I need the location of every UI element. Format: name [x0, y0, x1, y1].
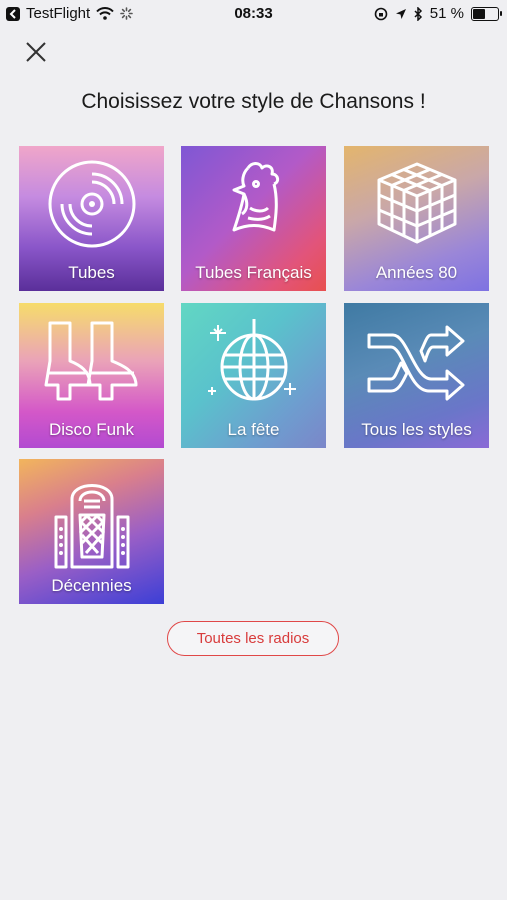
style-tile-disco-funk[interactable]: Disco Funk: [19, 303, 164, 448]
style-tile-la-fete[interactable]: La fête: [181, 303, 326, 448]
battery-percent: 51 %: [429, 5, 464, 22]
close-button[interactable]: [22, 38, 50, 66]
battery-icon: [471, 6, 502, 21]
bluetooth-icon: [414, 6, 422, 21]
style-tile-tous-les-styles[interactable]: Tous les styles: [344, 303, 489, 448]
close-icon: [26, 42, 46, 62]
location-icon: [395, 8, 406, 19]
style-tile-tubes-francais[interactable]: Tubes Français: [181, 146, 326, 291]
rubiks-cube-icon: [377, 162, 456, 244]
style-tile-label: La fête: [227, 420, 280, 439]
style-tile-decennies[interactable]: Décennies: [19, 459, 164, 604]
style-tile-label: Tous les styles: [361, 420, 472, 439]
disco-ball-icon: [207, 319, 296, 401]
style-tile-annees-80[interactable]: Années 80: [344, 146, 489, 291]
jukebox-icon: [54, 484, 129, 569]
rooster-icon: [232, 162, 279, 232]
style-tile-label: Tubes Français: [195, 263, 312, 282]
style-tile-tubes[interactable]: Tubes: [19, 146, 164, 291]
page-title: Choisissez votre style de Chansons !: [81, 90, 426, 113]
style-tile-label: Disco Funk: [48, 420, 135, 439]
style-tile-label: Tubes: [68, 263, 115, 282]
rotation-lock-icon: [374, 7, 388, 20]
style-tile-label: Années 80: [375, 263, 458, 282]
style-tile-label: Décennies: [51, 576, 132, 595]
all-radios-button[interactable]: Toutes les radios: [167, 621, 339, 656]
status-right: 51 %: [374, 5, 502, 22]
shuffle-icon: [367, 325, 464, 401]
platform-boots-icon: [44, 321, 137, 401]
vinyl-record-icon: [48, 160, 135, 248]
status-bar: TestFlight 08:33 51 %: [0, 0, 507, 28]
